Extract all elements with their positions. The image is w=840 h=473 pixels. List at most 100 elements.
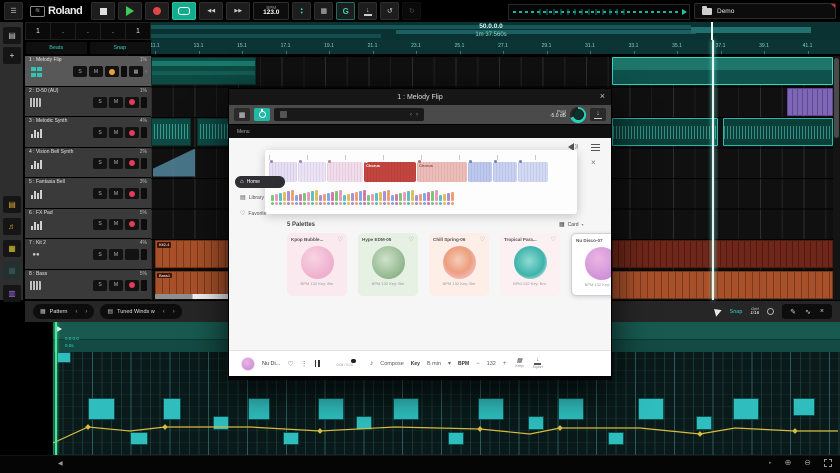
- scroll-left-button[interactable]: ◀: [58, 460, 63, 467]
- solo-button[interactable]: S: [93, 97, 107, 108]
- stop-button[interactable]: [91, 2, 115, 20]
- play-button[interactable]: [118, 2, 142, 20]
- favorite-heart-icon[interactable]: ♡: [287, 360, 293, 368]
- mute-button[interactable]: M: [109, 280, 123, 291]
- arrangement-clip[interactable]: [612, 57, 833, 85]
- solo-button[interactable]: S: [93, 127, 107, 138]
- arrangement-scrollbar[interactable]: [833, 56, 840, 300]
- song-section[interactable]: [298, 162, 326, 182]
- record-arm-button[interactable]: [125, 127, 139, 138]
- arrangement-clip[interactable]: [153, 149, 195, 177]
- instrument-next-button[interactable]: ›: [173, 309, 175, 315]
- demo-project-button[interactable]: Demo: [694, 3, 836, 19]
- pattern-prev-button[interactable]: ‹: [75, 309, 77, 315]
- cursor-tool-icon[interactable]: [714, 307, 723, 317]
- palette-card[interactable]: Chill Spring-06 ♡ BPM 132 Key: Bm: [429, 233, 489, 296]
- editor-snap-toggle[interactable]: Snap: [730, 309, 743, 315]
- nav-item-home[interactable]: ⌂ Home: [235, 176, 285, 188]
- song-section[interactable]: [468, 162, 492, 182]
- card-heart-icon[interactable]: ♡: [338, 236, 343, 243]
- mute-button[interactable]: M: [109, 158, 123, 169]
- keep-button[interactable]: ▦ Keep: [515, 358, 523, 369]
- keys-icon[interactable]: ▤: [3, 196, 21, 213]
- undo-button[interactable]: ↺: [380, 2, 399, 20]
- record-button[interactable]: [145, 2, 169, 20]
- plugin-save-button[interactable]: ↓: [590, 108, 606, 121]
- song-section[interactable]: Chorus: [364, 162, 416, 182]
- palette-card[interactable]: Nu Disco-07 ♡ BPM 132 Key: Bm: [571, 233, 611, 296]
- key-chevron-icon[interactable]: ▾: [448, 360, 451, 367]
- arrangement-clip[interactable]: [612, 240, 833, 268]
- forward-button[interactable]: ▶▶: [226, 2, 250, 20]
- arrangement-playhead[interactable]: [712, 40, 714, 300]
- pads-icon[interactable]: ▦: [3, 240, 21, 257]
- bpm-nudge-button[interactable]: ▲▼: [292, 2, 311, 20]
- solo-button[interactable]: S: [93, 188, 107, 199]
- scrollbar-thumb[interactable]: [834, 58, 839, 138]
- automation-tool-icon[interactable]: ∿: [805, 308, 811, 316]
- record-arm-button[interactable]: [125, 280, 139, 291]
- chords-icon[interactable]: ▥: [3, 285, 21, 302]
- gain-knob[interactable]: [570, 107, 586, 123]
- collapse-chevron[interactable]: ‹: [145, 69, 147, 75]
- guitar-icon[interactable]: ♬: [3, 218, 21, 235]
- export-button[interactable]: ↓: [358, 2, 377, 20]
- playback-slider[interactable]: 0:05 / 0:24: [327, 360, 363, 367]
- track-row[interactable]: 1 : Melody Flip 1% S M ▦‹: [25, 56, 151, 86]
- record-arm-button[interactable]: [125, 188, 139, 199]
- loop-button[interactable]: [172, 2, 196, 20]
- zoom-out-button[interactable]: ⊖: [804, 459, 811, 467]
- mute-button[interactable]: M: [109, 97, 123, 108]
- mute-button[interactable]: M: [109, 127, 123, 138]
- solo-button[interactable]: S: [73, 66, 87, 77]
- grid-slot-icon[interactable]: ▦: [3, 262, 21, 279]
- browser-icon[interactable]: ▤: [3, 27, 21, 44]
- timeline-ruler[interactable]: 11.1 13.1 15.1 17.1 19.1 21.1 23.1 25.1 …: [151, 40, 840, 56]
- card-heart-icon[interactable]: ♡: [480, 236, 485, 243]
- loop-marker-icon[interactable]: [767, 308, 774, 315]
- mute-button[interactable]: M: [109, 219, 123, 230]
- arrangement-clip[interactable]: [787, 88, 833, 116]
- pause-button[interactable]: [315, 360, 320, 367]
- song-section[interactable]: [327, 162, 363, 182]
- song-section[interactable]: [518, 162, 548, 182]
- arrangement-clip[interactable]: [151, 118, 191, 146]
- track-row[interactable]: 4 : Vision Bell Synth 2% S M: [25, 148, 151, 178]
- export-palette-button[interactable]: ↓ Export: [533, 358, 543, 369]
- rewind-button[interactable]: ◀◀: [199, 2, 223, 20]
- record-arm-button[interactable]: [125, 219, 139, 230]
- pattern-next-button[interactable]: ›: [85, 309, 87, 315]
- key-value[interactable]: B min: [427, 361, 441, 367]
- more-options-icon[interactable]: ⋮: [301, 360, 308, 368]
- mute-button[interactable]: M: [109, 249, 123, 260]
- bpm-minus-button[interactable]: −: [476, 361, 480, 367]
- plugin-grid-button[interactable]: ▦: [234, 108, 250, 121]
- card-heart-icon[interactable]: ♡: [551, 236, 556, 243]
- instrument-prev-button[interactable]: ‹: [163, 309, 165, 315]
- track-row[interactable]: 5 : Fantasia Bell 3% S M: [25, 178, 151, 208]
- plugin-menu-icon[interactable]: [591, 144, 600, 152]
- song-section[interactable]: Chorus: [417, 162, 467, 182]
- solo-button[interactable]: S: [93, 249, 107, 260]
- nav-item-library[interactable]: ▤ Library: [235, 192, 285, 204]
- plugin-power-button[interactable]: [254, 108, 270, 121]
- record-arm-button[interactable]: [125, 158, 139, 169]
- zoom-in-button[interactable]: ⊕: [785, 459, 792, 467]
- piano-roll-playhead[interactable]: [55, 322, 57, 455]
- record-arm-button[interactable]: [105, 66, 119, 77]
- draw-tool-icon[interactable]: ✎: [790, 308, 796, 316]
- song-structure-overlay[interactable]: Chorus Chorus: [265, 150, 577, 214]
- record-arm-button[interactable]: [125, 249, 139, 260]
- song-section[interactable]: [493, 162, 517, 182]
- palette-card[interactable]: Hype EDM-05 ♡ BPM 132 Key: Bm: [358, 233, 418, 296]
- track-row[interactable]: 3 : Melodic Synth 4% S M: [25, 117, 151, 147]
- pattern-selector[interactable]: ▦ Pattern ‹ ›: [33, 304, 94, 319]
- redo-button[interactable]: ↻: [402, 2, 421, 20]
- preset-next-button[interactable]: ›: [416, 112, 418, 118]
- preset-selector[interactable]: ‹ ›: [274, 108, 424, 121]
- compose-button[interactable]: Compose: [380, 361, 404, 367]
- plugin-menubar[interactable]: Menu: [229, 124, 611, 138]
- palette-thumbnail[interactable]: [241, 357, 255, 371]
- track-row[interactable]: 2 : D-50 (AU) 1% S M: [25, 87, 151, 117]
- slider-handle[interactable]: [351, 359, 356, 364]
